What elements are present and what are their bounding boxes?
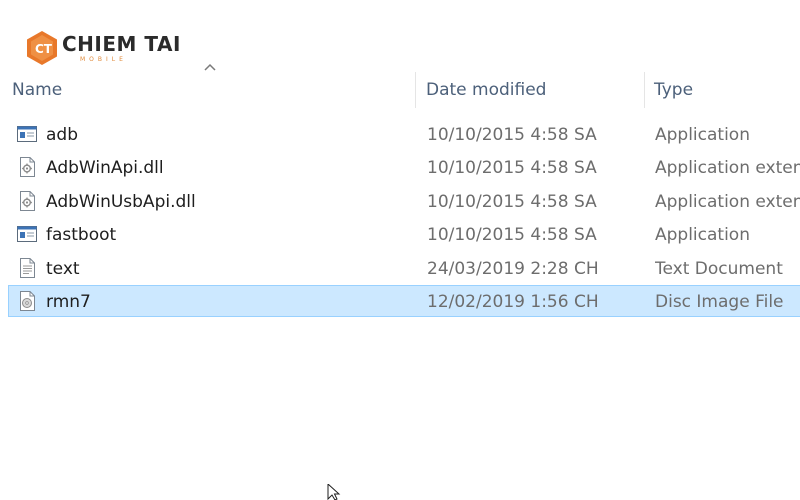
disc-image-icon xyxy=(20,290,35,311)
column-header-type[interactable]: Type xyxy=(654,78,800,106)
file-row[interactable]: text 24/03/2019 2:28 CH Text Document xyxy=(0,252,800,285)
dll-icon xyxy=(20,157,35,178)
mouse-cursor-icon xyxy=(327,484,341,500)
file-name: AdbWinUsbApi.dll xyxy=(46,191,196,212)
logo-text: CHIEM TAI MOBILE xyxy=(62,34,181,63)
application-icon xyxy=(17,226,37,243)
file-row[interactable]: AdbWinUsbApi.dll 10/10/2015 4:58 SA Appl… xyxy=(0,185,800,218)
file-row[interactable]: fastboot 10/10/2015 4:58 SA Application xyxy=(0,218,800,251)
file-name: text xyxy=(46,258,80,279)
file-type: Application xyxy=(655,125,750,145)
file-date-modified: 24/03/2019 2:28 CH xyxy=(427,258,599,279)
file-date-modified: 10/10/2015 4:58 SA xyxy=(427,191,597,212)
file-type: Disc Image File xyxy=(655,291,784,312)
column-header-row: Name Date modified Type xyxy=(0,63,800,108)
svg-text:CT: CT xyxy=(35,42,53,56)
file-date-modified: 12/02/2019 1:56 CH xyxy=(427,291,599,312)
logo: CT CHIEM TAI MOBILE xyxy=(26,30,181,66)
file-name: adb xyxy=(46,125,78,145)
file-explorer-view: CT CHIEM TAI MOBILE Name Date modified T… xyxy=(0,0,800,500)
column-divider[interactable] xyxy=(644,72,645,108)
file-row[interactable]: adb 10/10/2015 4:58 SA Application xyxy=(0,118,800,151)
file-date-modified: 10/10/2015 4:58 SA xyxy=(427,225,597,246)
file-date-modified: 10/10/2015 4:58 SA xyxy=(427,158,597,179)
file-list: adb 10/10/2015 4:58 SA Application AdbWi… xyxy=(0,118,800,318)
file-type: Application xyxy=(655,225,750,246)
file-type: Application extension xyxy=(655,158,800,179)
file-type: Application extension xyxy=(655,191,800,212)
text-file-icon xyxy=(20,257,35,278)
file-name: fastboot xyxy=(46,225,117,246)
application-icon xyxy=(17,126,37,142)
file-row[interactable]: AdbWinApi.dll 10/10/2015 4:58 SA Applica… xyxy=(0,151,800,184)
file-row-selected[interactable]: rmn7 12/02/2019 1:56 CH Disc Image File xyxy=(0,284,800,318)
column-header-name[interactable]: Name xyxy=(12,78,412,106)
column-header-date-modified[interactable]: Date modified xyxy=(426,78,636,106)
logo-sub-text: MOBILE xyxy=(80,55,127,63)
file-name: rmn7 xyxy=(46,291,91,312)
logo-main-text: CHIEM TAI xyxy=(62,31,181,56)
column-divider[interactable] xyxy=(415,72,416,108)
logo-mark-icon: CT xyxy=(27,31,57,65)
dll-icon xyxy=(20,190,35,211)
sort-ascending-icon xyxy=(204,63,216,71)
file-date-modified: 10/10/2015 4:58 SA xyxy=(427,125,597,145)
file-type: Text Document xyxy=(655,258,783,279)
file-name: AdbWinApi.dll xyxy=(46,158,164,179)
